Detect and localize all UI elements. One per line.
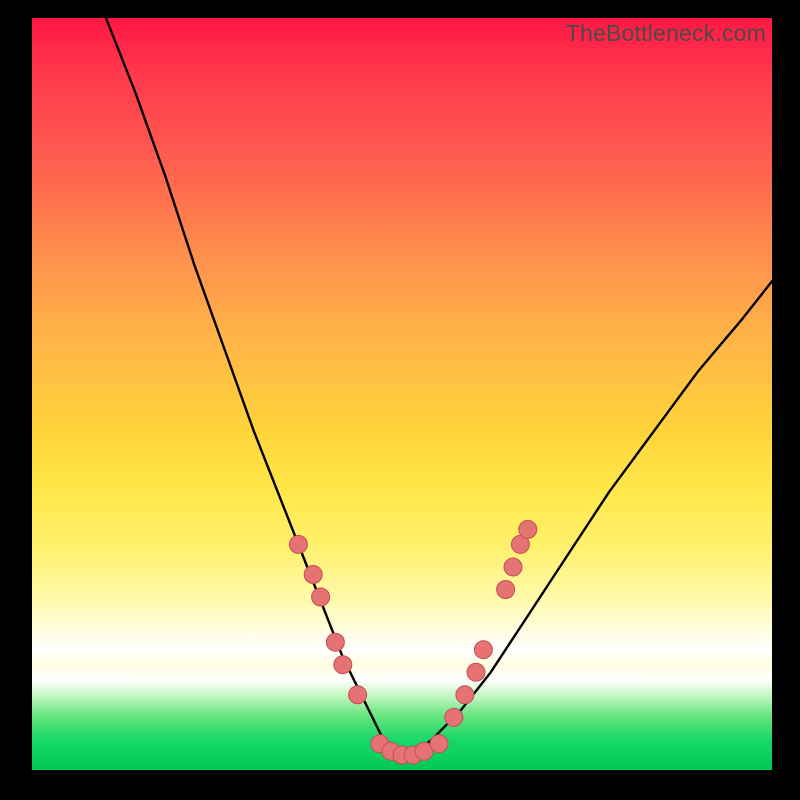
marker-group	[289, 520, 536, 764]
data-marker	[334, 656, 352, 674]
data-marker	[497, 581, 515, 599]
data-marker	[474, 641, 492, 659]
series-left-branch	[106, 18, 402, 763]
data-marker	[349, 686, 367, 704]
data-marker	[445, 708, 463, 726]
data-marker	[519, 520, 537, 538]
data-marker	[304, 566, 322, 584]
data-marker	[312, 588, 330, 606]
data-marker	[326, 633, 344, 651]
plot-area	[32, 18, 772, 770]
data-marker	[430, 735, 448, 753]
data-marker	[456, 686, 474, 704]
data-marker	[467, 663, 485, 681]
data-marker	[289, 535, 307, 553]
curve-group	[106, 18, 772, 763]
curve-svg	[32, 18, 772, 770]
data-marker	[504, 558, 522, 576]
watermark-label: TheBottleneck.com	[566, 20, 766, 47]
chart-stage: TheBottleneck.com	[0, 0, 800, 800]
